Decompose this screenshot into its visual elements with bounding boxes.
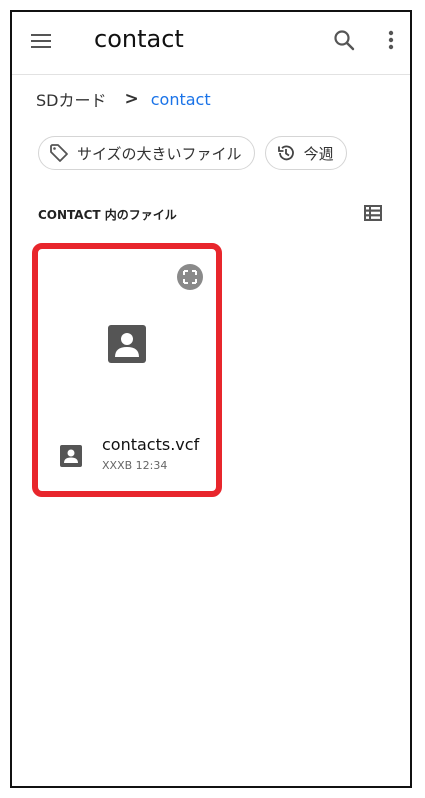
chip-large-files-label: サイズの大きいファイル	[77, 144, 242, 163]
tag-icon	[50, 144, 68, 162]
breadcrumb-current[interactable]: contact	[151, 90, 211, 109]
file-meta: XXXB 12:34	[102, 459, 168, 472]
top-app-bar: contact	[12, 12, 410, 75]
filter-chips: サイズの大きいファイル 今週	[38, 136, 347, 170]
contact-file-icon	[60, 445, 82, 467]
search-icon[interactable]	[332, 28, 356, 52]
file-name: contacts.vcf	[102, 435, 200, 454]
menu-icon[interactable]	[30, 30, 52, 52]
phone-screen: contact SDカード > contact サイズの大きいファイル 今週 C…	[10, 10, 412, 788]
select-icon[interactable]	[176, 263, 204, 291]
highlight-frame: contacts.vcf XXXB 12:34	[32, 243, 222, 497]
more-vert-icon[interactable]	[386, 28, 396, 52]
page-title: contact	[94, 25, 184, 53]
list-view-icon[interactable]	[364, 205, 382, 221]
chip-this-week-label: 今週	[303, 144, 334, 163]
section-title: CONTACT 内のファイル	[38, 208, 177, 222]
breadcrumb: SDカード > contact	[36, 87, 211, 111]
breadcrumb-separator: >	[124, 89, 139, 109]
breadcrumb-root[interactable]: SDカード	[36, 87, 106, 111]
contact-thumbnail-icon	[108, 325, 146, 363]
chip-large-files[interactable]: サイズの大きいファイル	[38, 136, 255, 170]
chip-this-week[interactable]: 今週	[264, 136, 347, 170]
history-icon	[277, 145, 294, 161]
file-card[interactable]: contacts.vcf XXXB 12:34	[38, 249, 216, 491]
